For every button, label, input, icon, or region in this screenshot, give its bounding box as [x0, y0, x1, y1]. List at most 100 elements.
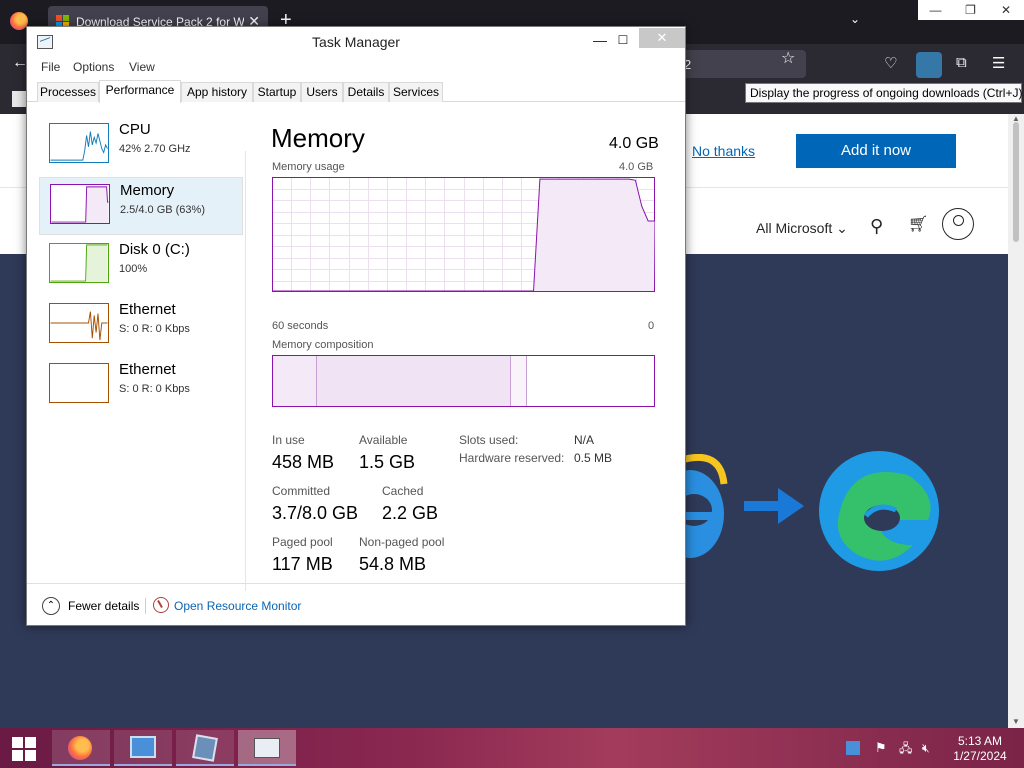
add-it-now-button[interactable]: Add it now [796, 134, 956, 168]
footer: ⌃ Fewer details Open Resource Monitor [27, 583, 685, 623]
no-thanks-link[interactable]: No thanks [692, 143, 755, 159]
bookmark-star-icon[interactable]: ☆ [781, 48, 795, 68]
taskbar-control-panel[interactable] [114, 730, 172, 766]
all-microsoft-menu[interactable]: All Microsoft ⌄ [756, 220, 848, 237]
downloads-button[interactable] [916, 52, 942, 78]
clock-date: 1/27/2024 [953, 749, 1007, 763]
clock[interactable]: 5:13 AM 1/27/2024 [944, 734, 1016, 764]
scrollbar-thumb[interactable] [1013, 122, 1019, 242]
fewer-details-link[interactable]: Fewer details [68, 599, 139, 613]
cached-label: Cached [382, 484, 424, 498]
all-microsoft-label: All Microsoft [756, 220, 833, 236]
tab-services[interactable]: Services [389, 82, 443, 102]
taskbar-virtualbox[interactable] [176, 730, 234, 766]
nonpaged-pool-value: 54.8 MB [359, 554, 427, 574]
sidebar-item-ethernet-1[interactable]: Ethernet S: 0 R: 0 Kbps [39, 297, 243, 355]
slots-used-label: Slots used: [459, 433, 519, 447]
start-button[interactable] [0, 728, 50, 768]
taskbar-task-manager[interactable] [238, 730, 296, 766]
control-panel-icon [130, 736, 156, 758]
menu-file[interactable]: File [41, 60, 60, 74]
firefox-icon [68, 736, 92, 760]
available-label: Available [359, 433, 408, 447]
in-use-label: In use [272, 433, 305, 447]
taskbar: ⚑ 🖧︎ 🔇︎ 5:13 AM 1/27/2024 [0, 728, 1024, 768]
footer-separator [145, 598, 146, 614]
memory-composition-bar [272, 355, 655, 407]
memory-usage-label: Memory usage [272, 161, 345, 173]
extensions-icon[interactable]: ⧉ [956, 54, 967, 71]
tab-processes[interactable]: Processes [37, 82, 99, 102]
virtualbox-icon [192, 734, 218, 762]
account-icon[interactable] [942, 208, 974, 240]
disk-sparkline [49, 243, 109, 283]
volume-muted-icon[interactable]: 🔇︎ [922, 741, 936, 755]
cart-icon[interactable]: 🛒︎ [908, 214, 928, 234]
paged-pool-value: 117 MB [272, 554, 333, 574]
bookmark-icon[interactable] [12, 91, 26, 107]
slots-used-value: N/A [574, 433, 595, 447]
resource-sidebar: CPU 42% 2.70 GHz Memory 2.5/4.0 GB (63%)… [37, 103, 243, 593]
list-all-tabs-button[interactable]: ⌄ [850, 12, 860, 26]
search-icon[interactable]: ⚲ [870, 216, 883, 237]
available-value: 1.5 GB [359, 452, 416, 472]
hardware-reserved-value: 0.5 MB [574, 451, 613, 465]
tab-performance[interactable]: Performance [99, 80, 181, 103]
tab-details[interactable]: Details [343, 82, 389, 102]
memory-composition-label: Memory composition [272, 339, 374, 351]
resource-monitor-icon [153, 597, 169, 613]
close-window-button[interactable]: ✕ [988, 0, 1024, 20]
task-manager-window: Task Manager — ☐ ✕ File Options View Pro… [26, 26, 686, 626]
tab-app-history[interactable]: App history [181, 82, 253, 102]
memory-usage-graph [272, 177, 655, 292]
ethernet-2-sparkline [49, 363, 109, 403]
taskbar-firefox[interactable] [52, 730, 110, 766]
in-use-value: 458 MB [272, 452, 335, 472]
windows-logo-icon [12, 737, 23, 748]
network-tray-icon[interactable] [846, 741, 860, 755]
title-bar[interactable]: Task Manager — ☐ ✕ [27, 27, 685, 57]
close-button[interactable]: ✕ [639, 28, 685, 48]
composition-modified [317, 356, 511, 406]
task-manager-taskbar-icon [254, 738, 280, 758]
tab-strip: Processes Performance App history Startu… [27, 80, 685, 103]
chevron-up-icon[interactable]: ⌃ [42, 597, 60, 615]
maximize-button[interactable]: ☐ [611, 29, 635, 53]
restore-window-button[interactable]: ❐ [953, 0, 988, 20]
memory-sparkline [50, 184, 110, 224]
sidebar-disk-sub: 100% [119, 263, 148, 275]
performance-panel: CPU 42% 2.70 GHz Memory 2.5/4.0 GB (63%)… [27, 103, 685, 625]
menu-icon[interactable]: ☰ [992, 54, 1005, 72]
ethernet-1-sparkline [49, 303, 109, 343]
memory-total: 4.0 GB [609, 135, 659, 152]
pocket-icon[interactable]: ♡ [884, 54, 897, 72]
tab-startup[interactable]: Startup [253, 82, 301, 102]
network-status-icon[interactable]: 🖧︎ [899, 741, 913, 755]
sidebar-cpu-name: CPU [119, 121, 151, 138]
clock-time: 5:13 AM [957, 734, 1003, 748]
downloads-tooltip: Display the progress of ongoing download… [745, 83, 1022, 103]
sidebar-item-cpu[interactable]: CPU 42% 2.70 GHz [39, 117, 243, 175]
cached-value: 2.2 GB [382, 503, 439, 523]
flag-tray-icon[interactable]: ⚑ [875, 741, 889, 755]
arrow-right-icon [744, 488, 804, 524]
sidebar-ethernet-1-sub: S: 0 R: 0 Kbps [119, 323, 190, 335]
paged-pool-label: Paged pool [272, 535, 333, 549]
page-scrollbar[interactable]: ▲ ▼ [1008, 114, 1024, 728]
committed-value: 3.7/8.0 GB [272, 503, 359, 523]
sidebar-ethernet-1-name: Ethernet [119, 301, 176, 318]
sidebar-item-disk[interactable]: Disk 0 (C:) 100% [39, 237, 243, 295]
sidebar-divider [245, 151, 246, 591]
menu-view[interactable]: View [129, 60, 155, 74]
open-resource-monitor-link[interactable]: Open Resource Monitor [174, 599, 301, 613]
sidebar-item-ethernet-2[interactable]: Ethernet S: 0 R: 0 Kbps [39, 357, 243, 415]
sidebar-item-memory[interactable]: Memory 2.5/4.0 GB (63%) [39, 177, 243, 235]
tab-users[interactable]: Users [301, 82, 343, 102]
scroll-down-icon[interactable]: ▼ [1012, 717, 1020, 726]
menu-options[interactable]: Options [73, 60, 114, 74]
sidebar-cpu-sub: 42% 2.70 GHz [119, 143, 191, 155]
minimize-button[interactable]: — [588, 29, 612, 53]
minimize-window-button[interactable]: — [918, 0, 953, 20]
sidebar-ethernet-2-name: Ethernet [119, 361, 176, 378]
window-title: Task Manager [312, 34, 400, 50]
